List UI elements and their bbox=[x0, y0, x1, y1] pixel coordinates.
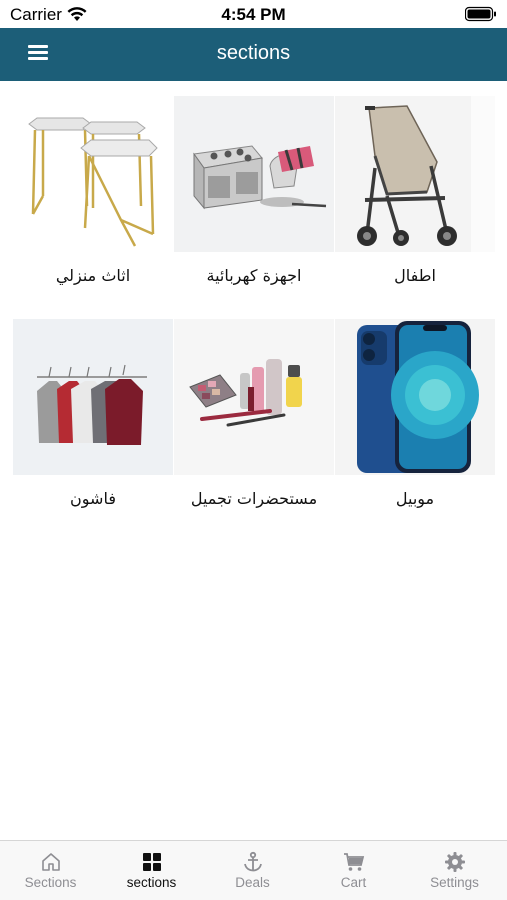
category-tile-appliances[interactable]: اجهزة كهربائية bbox=[174, 92, 334, 312]
appliances-image bbox=[174, 96, 334, 252]
tab-label: sections bbox=[126, 875, 177, 890]
category-label: مستحضرات تجميل bbox=[190, 489, 318, 508]
tab-deals[interactable]: Deals bbox=[202, 841, 303, 900]
category-label: اثاث منزلي bbox=[55, 266, 131, 285]
tab-label: Sections bbox=[24, 875, 77, 890]
tab-cart[interactable]: Cart bbox=[303, 841, 404, 900]
gear-icon bbox=[444, 852, 465, 872]
tab-label: Settings bbox=[430, 875, 479, 890]
grid-icon bbox=[142, 853, 161, 871]
navigation-bar: sections bbox=[0, 28, 507, 81]
category-tile-fashion[interactable]: فاشون bbox=[13, 315, 173, 535]
category-label: فاشون bbox=[70, 489, 116, 508]
battery-icon bbox=[465, 6, 496, 22]
tab-bar: Sections sections Deals Cart Settings bbox=[0, 840, 507, 900]
category-label: اطفال bbox=[394, 266, 436, 285]
category-label: موبيل bbox=[395, 489, 435, 508]
stroller-image bbox=[335, 96, 495, 252]
cart-icon bbox=[343, 853, 364, 871]
smartphone-image bbox=[335, 319, 495, 475]
home-icon bbox=[41, 853, 60, 871]
tab-settings[interactable]: Settings bbox=[404, 841, 505, 900]
tab-label: Cart bbox=[340, 875, 367, 890]
category-label: اجهزة كهربائية bbox=[206, 266, 302, 285]
page-title: sections bbox=[216, 42, 291, 64]
tab-label: Deals bbox=[235, 875, 270, 890]
category-tile-cosmetics[interactable]: مستحضرات تجميل bbox=[174, 315, 334, 535]
anchor-icon bbox=[243, 851, 262, 872]
category-tile-mobile[interactable]: موبيل bbox=[335, 315, 495, 535]
tab-sections-home[interactable]: Sections bbox=[0, 841, 101, 900]
category-tile-furniture[interactable]: اثاث منزلي bbox=[13, 92, 173, 312]
status-bar: Carrier 4:54 PM bbox=[0, 0, 507, 28]
clock: 4:54 PM bbox=[221, 5, 286, 24]
cosmetics-image bbox=[174, 319, 334, 475]
category-tile-kids[interactable]: اطفال bbox=[335, 92, 495, 312]
side-tables-image bbox=[13, 96, 173, 252]
tab-sections[interactable]: sections bbox=[101, 841, 202, 900]
clothing-rack-image bbox=[13, 319, 173, 475]
